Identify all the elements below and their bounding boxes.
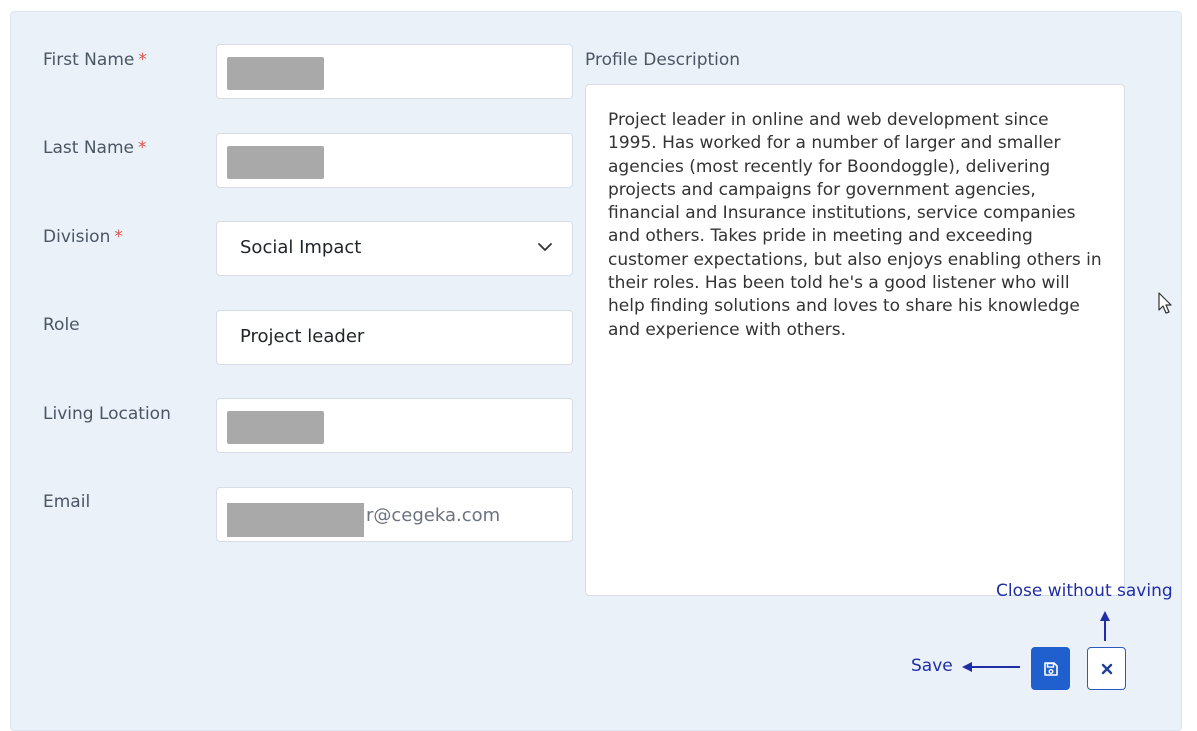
x-icon [1101, 663, 1112, 674]
redacted-value [227, 146, 324, 179]
profile-description-label: Profile Description [585, 50, 741, 70]
last-name-label: Last Name * [43, 138, 147, 158]
save-annotation: Save [911, 656, 953, 676]
redacted-value [227, 503, 364, 537]
email-visible-suffix: r@cegeka.com [366, 505, 501, 526]
required-mark: * [137, 138, 147, 158]
arrow-up-icon [1100, 611, 1110, 641]
required-mark: * [138, 50, 147, 70]
mouse-pointer-icon [1158, 292, 1172, 314]
division-label: Division * [43, 227, 123, 247]
email-input[interactable]: r@cegeka.com [216, 487, 573, 542]
first-name-label: First Name * [43, 50, 147, 70]
division-select[interactable]: Social Impact [216, 221, 573, 276]
floppy-disk-icon [1043, 661, 1058, 676]
close-annotation: Close without saving [996, 581, 1173, 601]
role-input[interactable]: Project leader [216, 310, 573, 365]
division-selected-value: Social Impact [240, 237, 362, 258]
chevron-down-icon [538, 243, 552, 251]
living-location-label: Living Location [43, 404, 171, 424]
email-label: Email [43, 492, 91, 512]
living-location-input[interactable] [216, 398, 573, 453]
role-label: Role [43, 315, 80, 335]
redacted-value [227, 411, 324, 444]
close-button[interactable] [1087, 647, 1126, 690]
profile-description-textarea[interactable]: Project leader in online and web develop… [585, 84, 1125, 596]
role-value: Project leader [240, 326, 365, 347]
first-name-field[interactable] [216, 44, 573, 99]
save-button[interactable] [1031, 647, 1070, 690]
redacted-value [227, 57, 324, 90]
last-name-field[interactable] [216, 133, 573, 188]
required-mark: * [114, 227, 123, 247]
arrow-left-icon [962, 662, 1020, 672]
